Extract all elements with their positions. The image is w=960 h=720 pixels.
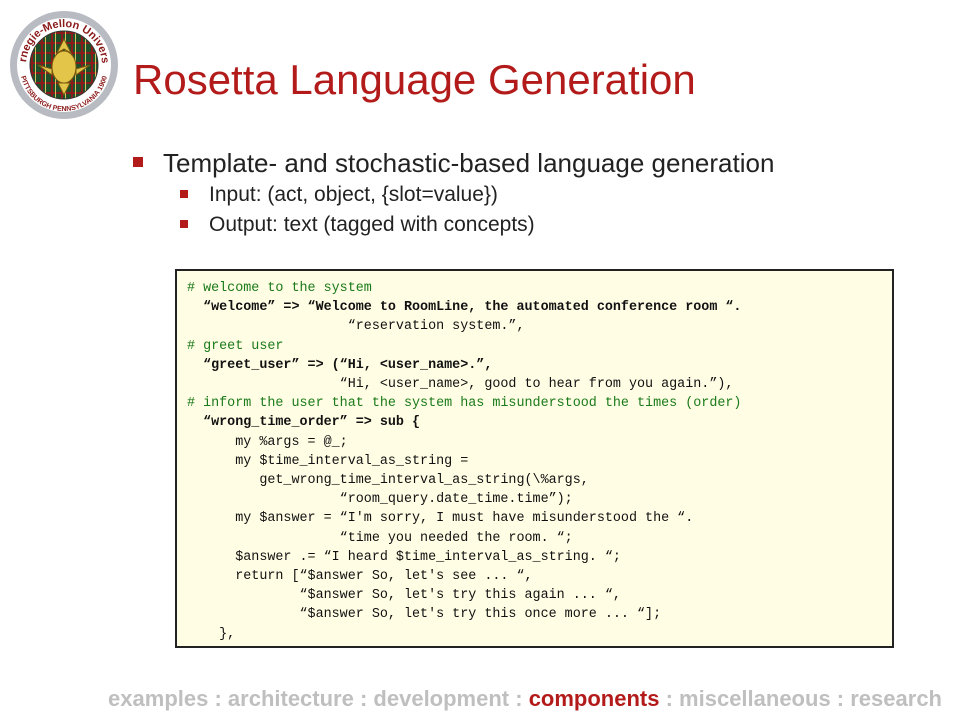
cmu-seal-logo: Carnegie-Mellon University PITTSBURGH PE… [4, 0, 120, 121]
footer-nav: examples : architecture : development : … [108, 686, 942, 712]
code-line: “welcome” => “Welcome to RoomLine, the a… [187, 300, 742, 316]
code-block: # welcome to the system “welcome” => “We… [175, 269, 894, 648]
slide-title: Rosetta Language Generation [133, 56, 696, 103]
code-line: “room_query.date_time.time”); [187, 492, 573, 508]
sub-bullet-item: Output: text (tagged with concepts) [133, 210, 774, 240]
bullet-item: Template- and stochastic-based language … [133, 146, 774, 180]
nav-link-architecture[interactable]: architecture [228, 686, 354, 711]
nav-separator: : [830, 686, 851, 711]
code-line: return [“$answer So, let's see ... “, [187, 569, 533, 585]
code-comment: # welcome to the system [187, 281, 372, 296]
sub-bullet-text: Output: text (tagged with concepts) [209, 213, 535, 236]
code-line: my %args = @_; [187, 434, 348, 450]
code-line: “$answer So, let's try this once more ..… [187, 607, 662, 623]
code-line: “reservation system.”, [187, 319, 525, 335]
code-line: $answer .= “I heard $time_interval_as_st… [187, 549, 621, 565]
code-comment: # inform the user that the system has mi… [187, 396, 742, 412]
code-comment: # greet user [187, 338, 284, 354]
sub-bullet-item: Input: (act, object, {slot=value}) [133, 180, 774, 210]
nav-link-research[interactable]: research [850, 686, 942, 711]
code-line: }, [187, 626, 236, 642]
code-line: my $time_interval_as_string = [187, 453, 469, 469]
bullet-list: Template- and stochastic-based language … [133, 146, 774, 240]
code-line: “time you needed the room. “; [187, 530, 573, 546]
nav-separator: : [659, 686, 680, 711]
nav-link-development[interactable]: development [373, 686, 509, 711]
code-line: “wrong_time_order” => sub { [187, 415, 421, 431]
bullet-square-icon [180, 190, 188, 198]
bullet-text: Template- and stochastic-based language … [163, 148, 775, 178]
sub-bullet-text: Input: (act, object, {slot=value}) [209, 183, 498, 206]
nav-link-components[interactable]: components [529, 686, 660, 711]
nav-separator: : [208, 686, 228, 711]
bullet-square-icon [180, 220, 188, 228]
code-line: my $answer = “I'm sorry, I must have mis… [187, 511, 694, 527]
code-line: “$answer So, let's try this again ... “, [187, 588, 621, 604]
code-line: “greet_user” => (“Hi, <user_name>.”, [187, 357, 493, 373]
nav-link-examples[interactable]: examples [108, 686, 208, 711]
nav-link-miscellaneous[interactable]: miscellaneous [679, 686, 831, 711]
code-line: get_wrong_time_interval_as_string(\%args… [187, 473, 589, 489]
nav-separator: : [353, 686, 374, 711]
bullet-square-icon [133, 157, 143, 167]
code-line: “Hi, <user_name>, good to hear from you … [187, 377, 734, 393]
nav-separator: : [509, 686, 529, 711]
